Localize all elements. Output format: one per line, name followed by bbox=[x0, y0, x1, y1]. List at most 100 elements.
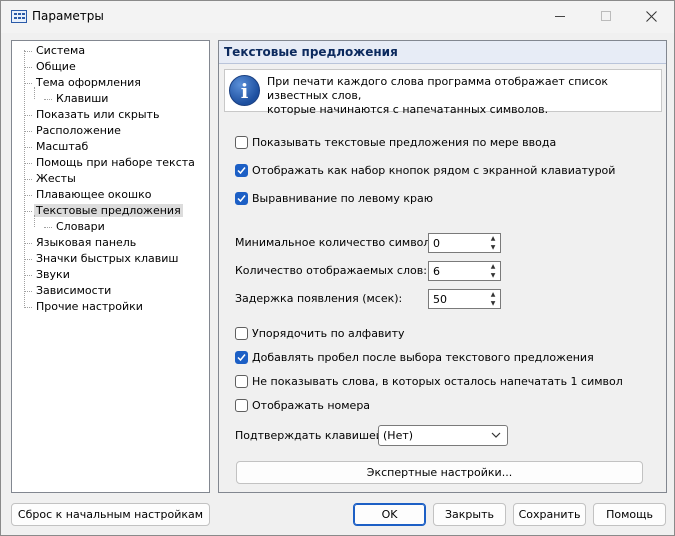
tree-item[interactable]: Прочие настройки bbox=[24, 299, 145, 315]
tree-item[interactable]: Расположение bbox=[24, 123, 123, 139]
add-space-checkbox[interactable]: Добавлять пробел после выбора текстового… bbox=[235, 349, 594, 365]
delay-spinner[interactable]: 50 ▲ ▼ bbox=[428, 289, 501, 309]
panel-title: Текстовые предложения bbox=[219, 41, 666, 64]
show-numbers-checkbox[interactable]: Отображать номера bbox=[235, 397, 370, 413]
close-icon bbox=[645, 10, 657, 22]
tree-item[interactable]: Жесты bbox=[24, 171, 78, 187]
tree-item-label: Система bbox=[36, 44, 86, 57]
tree-item[interactable]: Тема оформления bbox=[24, 75, 143, 91]
tree-item-label: Текстовые предложения bbox=[34, 204, 183, 217]
tree-connector bbox=[24, 210, 32, 212]
tree-connector bbox=[24, 178, 32, 180]
tree-item[interactable]: Текстовые предложения bbox=[24, 203, 183, 219]
tree-connector bbox=[24, 306, 32, 308]
spin-up-icon[interactable]: ▲ bbox=[486, 262, 500, 271]
close-button[interactable]: Закрыть bbox=[433, 503, 506, 526]
checkbox-label: Отображать номера bbox=[252, 398, 371, 412]
close-window-button[interactable] bbox=[628, 1, 674, 31]
checkbox-box[interactable] bbox=[235, 374, 248, 388]
align-left-checkbox[interactable]: Выравнивание по левому краю bbox=[235, 190, 433, 206]
tree-item[interactable]: Звуки bbox=[24, 267, 72, 283]
info-icon: i bbox=[229, 75, 260, 106]
spin-down-icon[interactable]: ▼ bbox=[486, 271, 500, 280]
settings-tree[interactable]: Система Общие Тема оформления Клавиши Показа… bbox=[11, 40, 210, 493]
min-chars-spinner[interactable]: 0 ▲ ▼ bbox=[428, 233, 501, 253]
info-text-line1: При печати каждого слова программа отобр… bbox=[267, 75, 609, 102]
tree-item[interactable]: Помощь при наборе текста bbox=[24, 155, 197, 171]
info-text-line2: которые начинаются с напечатанных символ… bbox=[267, 103, 549, 116]
maximize-icon bbox=[601, 11, 611, 21]
expert-settings-button[interactable]: Экспертные настройки... bbox=[236, 461, 643, 484]
tree-connector bbox=[24, 82, 32, 84]
tree-item[interactable]: Общие bbox=[24, 59, 78, 75]
spin-up-icon[interactable]: ▲ bbox=[486, 234, 500, 243]
checkbox-box[interactable] bbox=[235, 163, 248, 177]
tree-item[interactable]: Масштаб bbox=[24, 139, 90, 155]
tree-connector bbox=[24, 162, 32, 164]
tree-item-label: Общие bbox=[36, 60, 76, 73]
ok-button[interactable]: OK bbox=[353, 503, 426, 526]
info-box: i При печати каждого слова программа ото… bbox=[224, 69, 662, 116]
tree-connector bbox=[24, 50, 32, 52]
checkbox-label: Упорядочить по алфавиту bbox=[252, 326, 405, 340]
min-chars-label: Минимальное количество символов: bbox=[235, 236, 448, 249]
tree-item[interactable]: Плавающее окошко bbox=[24, 187, 153, 203]
tree-item-label: Масштаб bbox=[36, 140, 89, 153]
checkmark-icon bbox=[237, 353, 246, 361]
hide-one-left-checkbox[interactable]: Не показывать слова, в которых осталось … bbox=[235, 373, 623, 389]
tree-connector bbox=[24, 242, 32, 244]
save-button[interactable]: Сохранить bbox=[513, 503, 586, 526]
checkbox-label: Выравнивание по левому краю bbox=[252, 191, 433, 205]
tree-item-label: Жесты bbox=[36, 172, 76, 185]
settings-panel: Текстовые предложения i При печати каждо… bbox=[218, 40, 667, 493]
help-button[interactable]: Помощь bbox=[593, 503, 666, 526]
info-text: При печати каждого слова программа отобр… bbox=[267, 75, 657, 117]
words-count-spinner[interactable]: 6 ▲ ▼ bbox=[428, 261, 501, 281]
tree-item-label: Словари bbox=[56, 220, 105, 233]
tree-item-label: Плавающее окошко bbox=[36, 188, 152, 201]
reset-button[interactable]: Сброс к начальным настройкам bbox=[11, 503, 210, 526]
show-suggestions-checkbox[interactable]: Показывать текстовые предложения по мере… bbox=[235, 134, 556, 150]
sort-alpha-checkbox[interactable]: Упорядочить по алфавиту bbox=[235, 325, 404, 341]
tree-item[interactable]: Зависимости bbox=[24, 283, 113, 299]
checkbox-box[interactable] bbox=[235, 398, 248, 412]
maximize-button[interactable] bbox=[583, 1, 629, 31]
checkbox-box[interactable] bbox=[235, 191, 248, 205]
spin-down-icon[interactable]: ▼ bbox=[486, 299, 500, 308]
words-count-label: Количество отображаемых слов: bbox=[235, 264, 427, 277]
tree-item-label: Прочие настройки bbox=[36, 300, 143, 313]
tree-item[interactable]: Словари bbox=[44, 219, 107, 235]
checkmark-icon bbox=[237, 194, 246, 202]
tree-item-label: Звуки bbox=[36, 268, 70, 281]
title-bar[interactable]: Параметры bbox=[1, 1, 674, 33]
as-buttons-checkbox[interactable]: Отображать как набор кнопок рядом с экра… bbox=[235, 162, 615, 178]
tree-connector bbox=[24, 290, 32, 292]
tree-item[interactable]: Языковая панель bbox=[24, 235, 138, 251]
tree-item[interactable]: Показать или скрыть bbox=[24, 107, 161, 123]
minimize-icon bbox=[555, 15, 565, 17]
checkbox-label: Показывать текстовые предложения по мере… bbox=[252, 135, 557, 149]
tree-item-label: Языковая панель bbox=[36, 236, 137, 249]
window-title: Параметры bbox=[32, 9, 104, 23]
min-chars-value[interactable]: 0 bbox=[433, 237, 440, 250]
checkbox-label: Добавлять пробел после выбора текстового… bbox=[252, 350, 594, 364]
spin-up-icon[interactable]: ▲ bbox=[486, 290, 500, 299]
checkbox-label: Отображать как набор кнопок рядом с экра… bbox=[252, 163, 616, 177]
spin-down-icon[interactable]: ▼ bbox=[486, 243, 500, 252]
confirm-key-label: Подтверждать клавишей: bbox=[235, 429, 387, 442]
tree-item[interactable]: Клавиши bbox=[44, 91, 110, 107]
tree-connector bbox=[24, 194, 32, 196]
tree-item[interactable]: Значки быстрых клавиш bbox=[24, 251, 180, 267]
checkbox-box[interactable] bbox=[235, 326, 248, 340]
delay-value[interactable]: 50 bbox=[433, 293, 447, 306]
delay-label: Задержка появления (мсек): bbox=[235, 292, 403, 305]
words-count-value[interactable]: 6 bbox=[433, 265, 440, 278]
checkbox-box[interactable] bbox=[235, 135, 248, 149]
confirm-key-select[interactable]: (Нет) bbox=[378, 425, 508, 446]
tree-item-label: Тема оформления bbox=[36, 76, 141, 89]
minimize-button[interactable] bbox=[537, 1, 583, 31]
checkbox-box[interactable] bbox=[235, 350, 248, 364]
tree-item[interactable]: Система bbox=[24, 43, 87, 59]
tree-connector bbox=[24, 274, 32, 276]
tree-item-label: Показать или скрыть bbox=[36, 108, 160, 121]
